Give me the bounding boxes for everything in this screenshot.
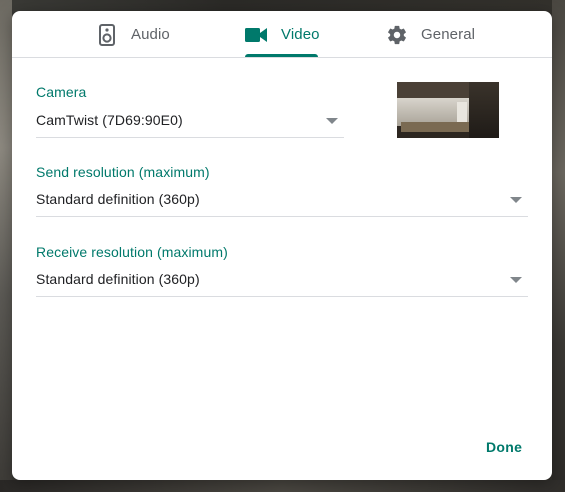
camera-label: Camera — [36, 84, 87, 100]
active-tab-indicator — [245, 54, 318, 57]
receive-resolution-value: Standard definition (360p) — [36, 271, 200, 287]
tab-general[interactable]: General — [386, 11, 475, 58]
done-button[interactable]: Done — [480, 437, 528, 457]
tab-audio-label: Audio — [131, 26, 170, 43]
settings-tabs: Audio Video General — [12, 11, 552, 58]
send-resolution-label: Send resolution (maximum) — [36, 164, 210, 180]
camera-preview — [397, 82, 499, 138]
tab-general-label: General — [421, 26, 476, 43]
send-resolution-value: Standard definition (360p) — [36, 191, 200, 207]
videocam-icon — [245, 24, 267, 46]
speaker-icon — [96, 23, 118, 46]
chevron-down-icon — [510, 197, 522, 203]
settings-dialog: Audio Video General Camera CamTwist (7D6… — [12, 11, 552, 480]
chevron-down-icon — [326, 118, 338, 124]
camera-select[interactable]: CamTwist (7D69:90E0) — [36, 106, 344, 138]
gear-icon — [386, 24, 408, 46]
tab-audio[interactable]: Audio — [96, 11, 170, 58]
send-resolution-select[interactable]: Standard definition (360p) — [36, 185, 528, 217]
tab-video-label: Video — [281, 26, 320, 43]
camera-select-value: CamTwist (7D69:90E0) — [36, 112, 183, 128]
receive-resolution-select[interactable]: Standard definition (360p) — [36, 265, 528, 297]
receive-resolution-label: Receive resolution (maximum) — [36, 244, 228, 260]
chevron-down-icon — [510, 277, 522, 283]
tab-video[interactable]: Video — [245, 11, 320, 58]
